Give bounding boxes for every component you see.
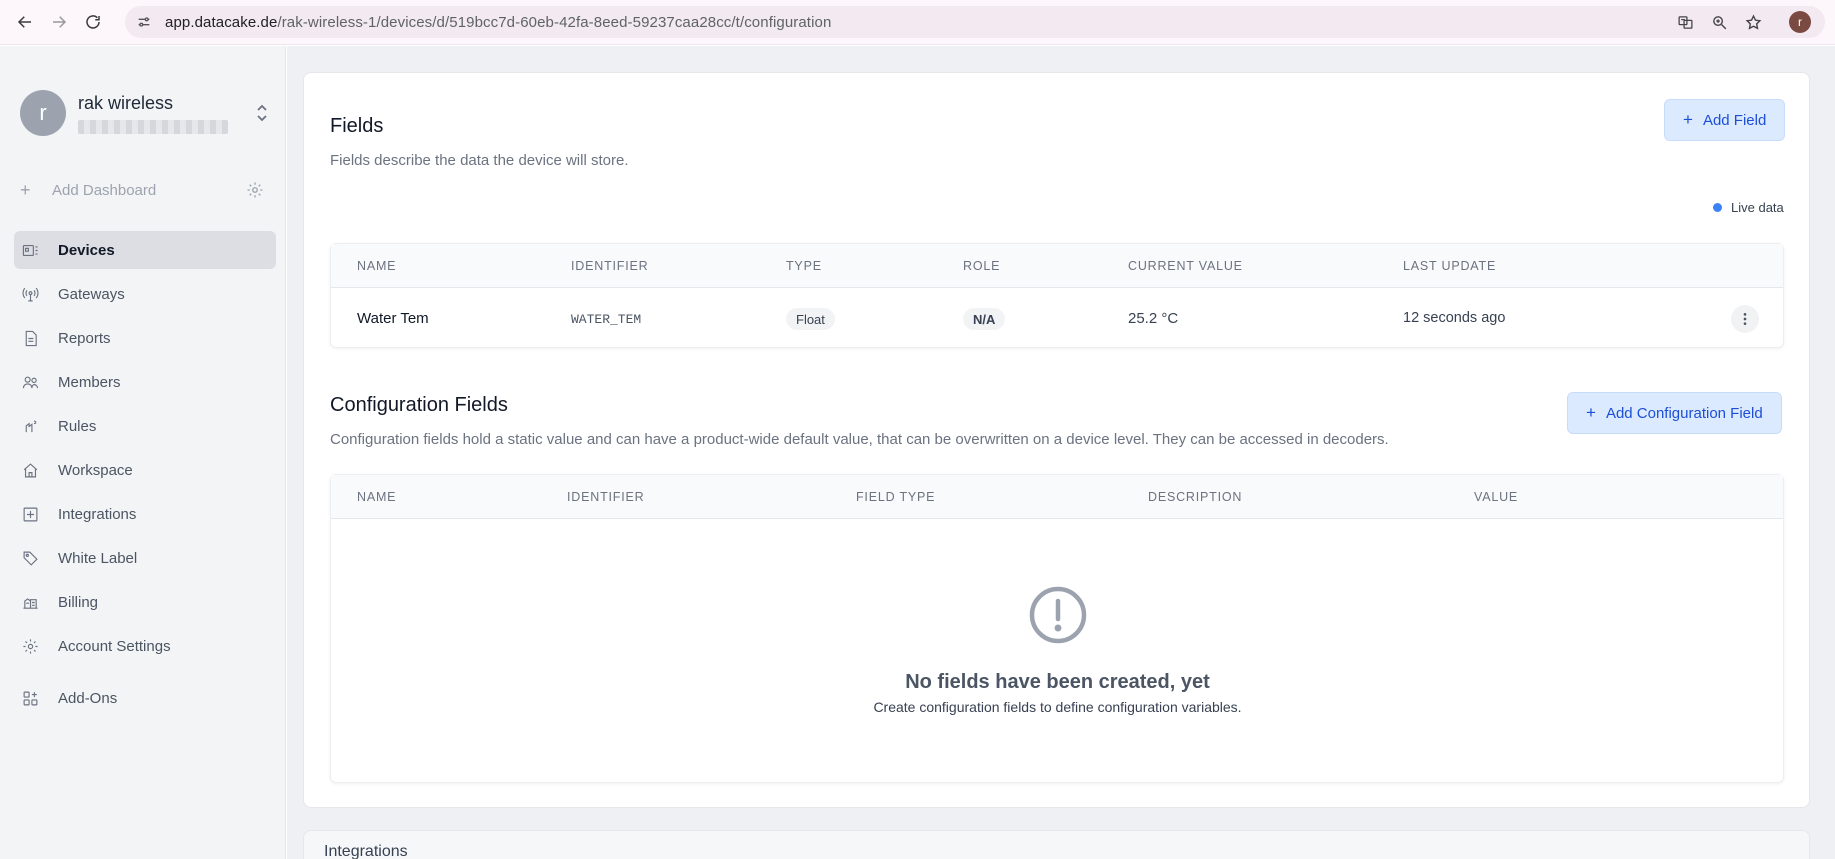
live-data-label: Live data xyxy=(1731,200,1784,215)
field-identifier: WATER_TEM xyxy=(571,312,642,327)
column-header[interactable]: NAME xyxy=(357,259,396,273)
configuration-table-header: NAME IDENTIFIER FIELD TYPE DESCRIPTION V… xyxy=(331,475,1783,519)
sidebar-item-label: Gateways xyxy=(58,285,125,303)
sidebar-item-label: White Label xyxy=(58,549,138,567)
sidebar-item-reports[interactable]: Reports xyxy=(14,319,276,357)
sidebar-item-label: Add-Ons xyxy=(58,689,118,707)
address-bar[interactable]: app.datacake.de/rak-wireless-1/devices/d… xyxy=(125,6,1825,38)
sidebar-item-integrations[interactable]: Integrations xyxy=(14,495,276,533)
back-icon[interactable] xyxy=(10,7,40,37)
sidebar-item-billing[interactable]: Billing xyxy=(14,583,276,621)
sidebar-item-label: Billing xyxy=(58,593,99,611)
browser-toolbar: app.datacake.de/rak-wireless-1/devices/d… xyxy=(0,0,1835,45)
configuration-fields-title: Configuration Fields xyxy=(330,394,508,416)
column-header[interactable]: FIELD TYPE xyxy=(856,490,935,504)
sidebar-item-label: Members xyxy=(58,373,121,391)
fields-table-header: NAME IDENTIFIER TYPE ROLE CURRENT VALUE … xyxy=(331,244,1783,288)
sidebar-item-rules[interactable]: Rules xyxy=(14,407,276,445)
column-header[interactable]: LAST UPDATE xyxy=(1403,259,1496,273)
tag-icon xyxy=(20,548,40,568)
sidebar-item-account-settings[interactable]: Account Settings xyxy=(14,627,276,665)
sidebar-item-members[interactable]: Members xyxy=(14,363,276,401)
live-status-dot xyxy=(1713,203,1722,212)
column-header[interactable]: DESCRIPTION xyxy=(1148,490,1242,504)
column-header[interactable]: IDENTIFIER xyxy=(571,259,648,273)
translate-icon[interactable] xyxy=(1673,10,1697,34)
integrations-title: Integrations xyxy=(324,843,408,859)
add-configuration-field-button[interactable]: + Add Configuration Field xyxy=(1567,392,1782,434)
field-type-badge: Float xyxy=(786,308,835,330)
dashboard-settings-gear-icon[interactable] xyxy=(246,181,264,199)
plus-icon: + xyxy=(1683,110,1693,129)
configuration-fields-description: Configuration fields hold a static value… xyxy=(330,431,1389,448)
sidebar-item-label: Rules xyxy=(58,417,97,435)
live-data-indicator: Live data xyxy=(1713,200,1784,215)
url-text: app.datacake.de/rak-wireless-1/devices/d… xyxy=(165,14,831,31)
sidebar-item-label: Reports xyxy=(58,329,111,347)
add-field-label: Add Field xyxy=(1702,111,1767,129)
field-role-badge: N/A xyxy=(963,308,1006,330)
add-dashboard-label: Add Dashboard xyxy=(52,181,157,199)
workspace-switcher[interactable]: r rak wireless xyxy=(20,88,270,138)
fields-title: Fields xyxy=(330,115,384,137)
empty-state-title: No fields have been created, yet xyxy=(905,671,1210,693)
reload-icon[interactable] xyxy=(78,7,108,37)
column-header[interactable]: IDENTIFIER xyxy=(567,490,644,504)
zoom-icon[interactable] xyxy=(1707,10,1731,34)
row-actions-kebab-icon[interactable] xyxy=(1731,305,1759,333)
devices-icon xyxy=(20,240,40,260)
add-configuration-field-label: Add Configuration Field xyxy=(1605,404,1763,422)
chevron-up-down-icon xyxy=(257,104,267,122)
configuration-card: Fields Fields describe the data the devi… xyxy=(303,72,1810,808)
sidebar-item-devices[interactable]: Devices xyxy=(14,231,276,269)
sidebar-item-workspace[interactable]: Workspace xyxy=(14,451,276,489)
plus-icon: + xyxy=(20,179,31,200)
sidebar-nav: Devices Gateways Reports Members Rules W… xyxy=(14,231,276,723)
billing-icon xyxy=(20,592,40,612)
document-icon xyxy=(20,328,40,348)
url-domain: app.datacake.de xyxy=(165,13,278,31)
workspace-email-blurred xyxy=(78,119,228,134)
sidebar-item-label: Integrations xyxy=(58,505,137,523)
column-header[interactable]: VALUE xyxy=(1474,490,1518,504)
sidebar-item-add-ons[interactable]: Add-Ons xyxy=(14,679,276,717)
forward-icon[interactable] xyxy=(44,7,74,37)
plus-square-icon xyxy=(20,504,40,524)
gateway-antenna-icon xyxy=(20,284,40,304)
site-settings-icon[interactable] xyxy=(135,13,153,31)
add-dashboard-button[interactable]: + Add Dashboard xyxy=(20,178,264,202)
fields-table: NAME IDENTIFIER TYPE ROLE CURRENT VALUE … xyxy=(330,243,1784,348)
empty-state-description: Create configuration fields to define co… xyxy=(873,699,1242,715)
exclamation-circle-icon xyxy=(1029,586,1087,644)
sidebar-item-label: Devices xyxy=(58,241,115,259)
bookmark-star-icon[interactable] xyxy=(1741,10,1765,34)
add-field-button[interactable]: + Add Field xyxy=(1664,99,1786,141)
gear-icon xyxy=(20,636,40,656)
field-current-value: 25.2 °C xyxy=(1128,310,1179,327)
workspace-avatar: r xyxy=(20,90,66,136)
sidebar: r rak wireless + Add Dashboard Devices G… xyxy=(0,46,286,859)
sidebar-item-gateways[interactable]: Gateways xyxy=(14,275,276,313)
sidebar-item-white-label[interactable]: White Label xyxy=(14,539,276,577)
fields-description: Fields describe the data the device will… xyxy=(330,152,629,169)
column-header[interactable]: ROLE xyxy=(963,259,1000,273)
column-header[interactable]: NAME xyxy=(357,490,396,504)
column-header[interactable]: TYPE xyxy=(786,259,822,273)
browser-profile-avatar[interactable]: r xyxy=(1789,11,1811,33)
rules-icon xyxy=(20,416,40,436)
field-last-update: 12 seconds ago xyxy=(1403,310,1506,326)
home-icon xyxy=(20,460,40,480)
url-path: /rak-wireless-1/devices/d/519bcc7d-60eb-… xyxy=(277,13,832,31)
integrations-card: Integrations xyxy=(303,830,1810,859)
field-name: Water Tem xyxy=(357,310,429,327)
workspace-name: rak wireless xyxy=(78,92,174,113)
sidebar-item-label: Account Settings xyxy=(58,637,171,655)
users-icon xyxy=(20,372,40,392)
column-header[interactable]: CURRENT VALUE xyxy=(1128,259,1243,273)
sidebar-item-label: Workspace xyxy=(58,461,133,479)
add-ons-icon xyxy=(20,688,40,708)
plus-icon: + xyxy=(1586,403,1596,422)
